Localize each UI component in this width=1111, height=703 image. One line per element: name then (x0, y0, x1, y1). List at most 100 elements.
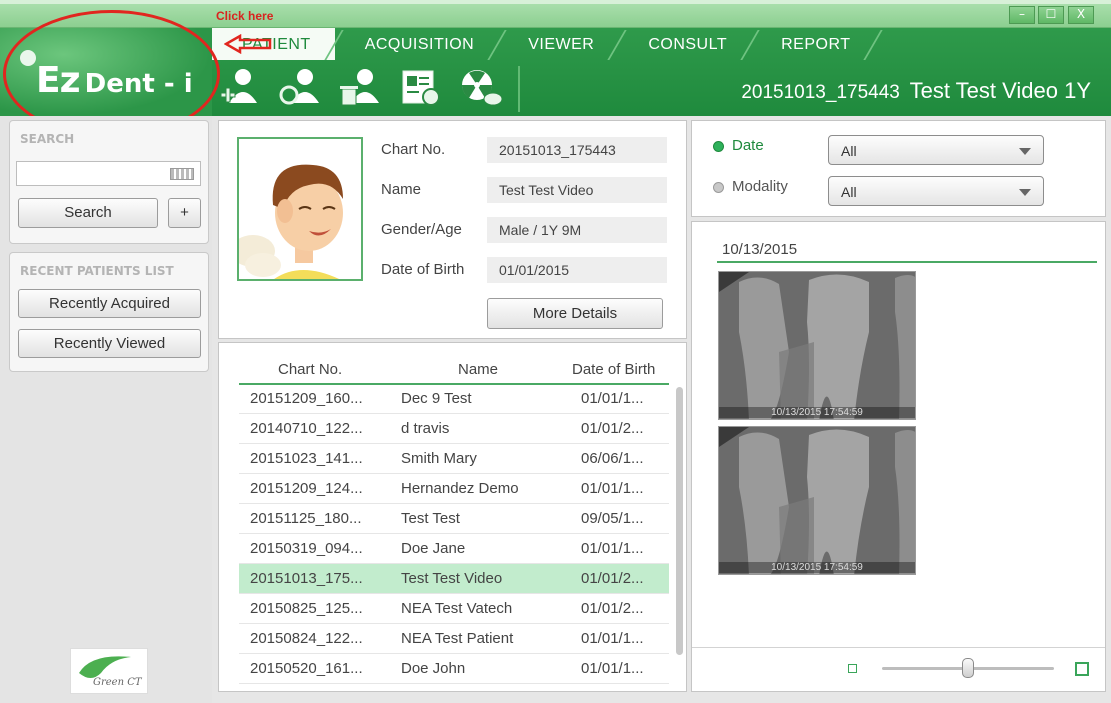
cell-chart-no: 20151013_175... (250, 570, 363, 587)
date-radio[interactable] (713, 141, 724, 152)
table-row[interactable]: 20150824_122... NEA Test Patient 01/01/1..… (239, 624, 669, 654)
current-patient-banner: 20151013_175443 Test Test Video 1Y (741, 78, 1091, 104)
modality-dropdown[interactable]: All (828, 176, 1044, 206)
recent-panel-title: RECENT PATIENTS LIST (20, 264, 174, 278)
image-gallery-card: 10/13/2015 10/13/2015 17:54:59 10/13/201… (691, 221, 1106, 692)
dental-xray-image (719, 427, 915, 574)
search-input[interactable] (16, 161, 201, 186)
name-label: Name (381, 181, 422, 198)
date-dropdown[interactable]: All (828, 135, 1044, 165)
date-dropdown-value: All (841, 143, 857, 159)
table-row[interactable]: 20150825_125... NEA Test Vatech 01/01/2... (239, 594, 669, 624)
annotation-click-here: Click here (216, 9, 274, 23)
patient-card-icon (402, 70, 440, 106)
search-panel-title: SEARCH (20, 132, 75, 146)
delete-patient-button[interactable] (332, 62, 390, 112)
xray-thumbnail[interactable]: 10/13/2015 17:54:59 (718, 271, 916, 420)
chevron-down-icon (1019, 189, 1031, 196)
patient-list-card: Chart No. Name Date of Birth 20151209_16… (218, 342, 687, 692)
search-panel: SEARCH Search + (9, 120, 209, 244)
cell-chart-no: 20150319_094... (250, 540, 363, 557)
add-patient-button[interactable] (212, 62, 270, 112)
tab-report[interactable]: REPORT (751, 28, 884, 60)
tab-viewer-label: VIEWER (528, 36, 595, 53)
patient-card-button[interactable] (392, 62, 450, 112)
list-scrollbar[interactable] (676, 387, 683, 655)
gallery-footer-divider (692, 647, 1105, 648)
edit-patient-button[interactable] (272, 62, 330, 112)
keyboard-icon[interactable] (170, 168, 194, 180)
tab-acquisition-label: ACQUISITION (364, 36, 475, 53)
cell-chart-no: 20140710_122... (250, 420, 363, 437)
cell-dob: 01/01/2... (581, 570, 644, 587)
chevron-down-icon (1019, 148, 1031, 155)
cell-dob: 06/06/1... (581, 450, 644, 467)
radiation-dose-button[interactable] (452, 62, 510, 112)
cell-name: NEA Test Vatech (401, 600, 513, 617)
tab-consult[interactable]: CONSULT (618, 28, 760, 60)
large-thumbnail-icon[interactable] (1075, 662, 1089, 676)
cell-dob: 01/01/1... (581, 390, 644, 407)
table-row[interactable]: 20151013_175... Test Test Video 01/01/2... (239, 564, 669, 594)
cell-name: NEA Test Patient (401, 630, 514, 647)
dental-xray-image (719, 272, 915, 419)
cell-chart-no: 20150824_122... (250, 630, 363, 647)
search-button[interactable]: Search (18, 198, 158, 228)
cell-chart-no: 20151023_141... (250, 450, 363, 467)
maximize-button[interactable]: ☐ (1038, 6, 1064, 24)
modality-radio[interactable] (713, 182, 724, 193)
cell-name: Dec 9 Test (401, 390, 472, 407)
add-patient-icon (220, 69, 257, 103)
patient-info-card: Chart No. 20151013_175443 Name Test Test… (218, 120, 687, 339)
close-button[interactable]: X (1068, 6, 1094, 24)
cell-dob: 01/01/2... (581, 600, 644, 617)
dob-value: 01/01/2015 (487, 257, 667, 283)
name-value: Test Test Video (487, 177, 667, 203)
more-details-button[interactable]: More Details (487, 298, 663, 329)
patient-photo (237, 137, 363, 281)
table-row[interactable]: 20151209_124... Hernandez Demo 01/01/1... (239, 474, 669, 504)
cell-chart-no: 20151125_180... (250, 510, 362, 527)
image-date-divider (717, 261, 1097, 263)
recently-viewed-button[interactable]: Recently Viewed (18, 329, 201, 358)
minimize-button[interactable]: – (1009, 6, 1035, 24)
cell-name: Smith Mary (401, 450, 477, 467)
zoom-slider-handle[interactable] (962, 658, 974, 678)
banner-chart-no: 20151013_175443 (741, 82, 900, 103)
cell-chart-no: 20151209_160... (250, 390, 363, 407)
chart-no-label: Chart No. (381, 141, 446, 158)
patient-avatar-icon (239, 164, 343, 279)
cell-name: Test Test Video (401, 570, 503, 587)
table-row[interactable]: 20151125_180... Test Test 09/05/1... (239, 504, 669, 534)
gender-age-label: Gender/Age (381, 221, 462, 238)
patient-toolbar (212, 62, 522, 112)
table-row[interactable]: 20151209_160... Dec 9 Test 01/01/1... (239, 384, 669, 414)
recent-patients-panel: RECENT PATIENTS LIST Recently Acquired R… (9, 252, 209, 372)
small-thumbnail-icon[interactable] (848, 664, 857, 673)
column-header-dob[interactable]: Date of Birth (572, 361, 655, 378)
xray-thumbnail[interactable]: 10/13/2015 17:54:59 (718, 426, 916, 575)
table-row[interactable]: 20150520_161... Doe John 01/01/1... (239, 654, 669, 684)
column-header-name[interactable]: Name (458, 361, 498, 378)
chart-no-value: 20151013_175443 (487, 137, 667, 163)
image-date-header: 10/13/2015 (722, 241, 798, 258)
cell-chart-no: 20150520_161... (250, 660, 363, 677)
cell-dob: 01/01/2... (581, 420, 644, 437)
cell-chart-no: 20150825_125... (250, 600, 363, 617)
cell-name: Test Test (401, 510, 460, 527)
tab-acquisition[interactable]: ACQUISITION (335, 28, 507, 60)
table-row[interactable]: 20150319_094... Doe Jane 01/01/1... (239, 534, 669, 564)
cell-dob: 01/01/1... (581, 480, 644, 497)
table-row[interactable]: 20151023_141... Smith Mary 06/06/1... (239, 444, 669, 474)
thumbnail-timestamp: 10/13/2015 17:54:59 (719, 562, 915, 573)
add-search-button[interactable]: + (168, 198, 201, 228)
banner-patient-name: Test Test Video 1Y (909, 78, 1091, 103)
vendor-logo-text: Green CT (93, 677, 142, 688)
tab-viewer[interactable]: VIEWER (498, 28, 627, 60)
cell-chart-no: 20151209_124... (250, 480, 363, 497)
table-row[interactable]: 20140710_122... d travis 01/01/2... (239, 414, 669, 444)
gender-age-value: Male / 1Y 9M (487, 217, 667, 243)
recently-acquired-button[interactable]: Recently Acquired (18, 289, 201, 318)
title-bar-strip (0, 0, 1111, 4)
column-header-chart-no[interactable]: Chart No. (278, 361, 342, 378)
